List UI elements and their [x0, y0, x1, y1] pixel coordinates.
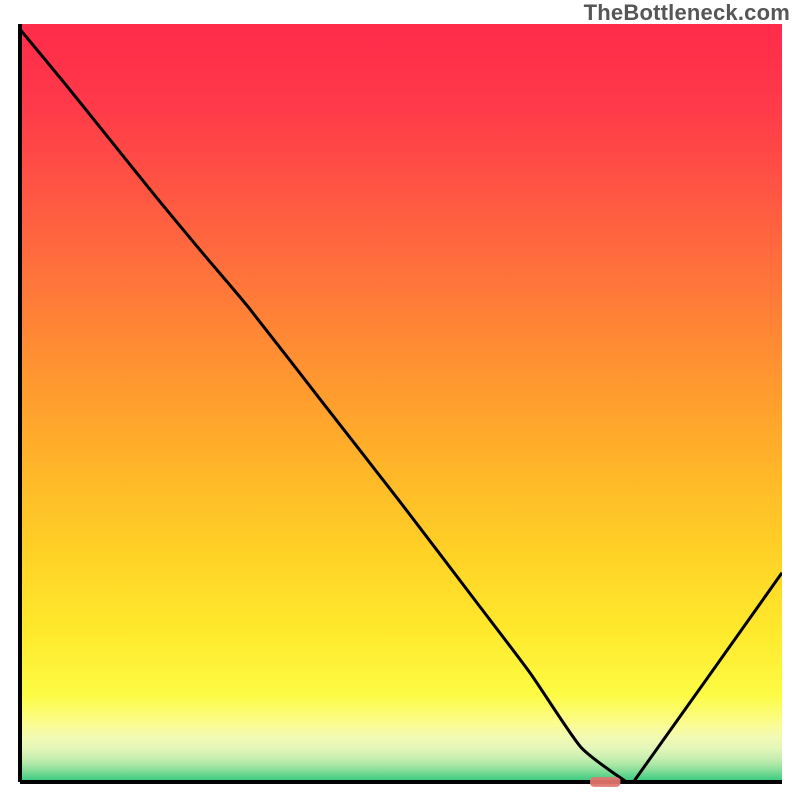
bottleneck-chart [0, 0, 800, 800]
min-marker [590, 777, 620, 787]
watermark-label: TheBottleneck.com [584, 0, 790, 26]
chart-background-gradient [20, 24, 782, 782]
chart-container: TheBottleneck.com [0, 0, 800, 800]
